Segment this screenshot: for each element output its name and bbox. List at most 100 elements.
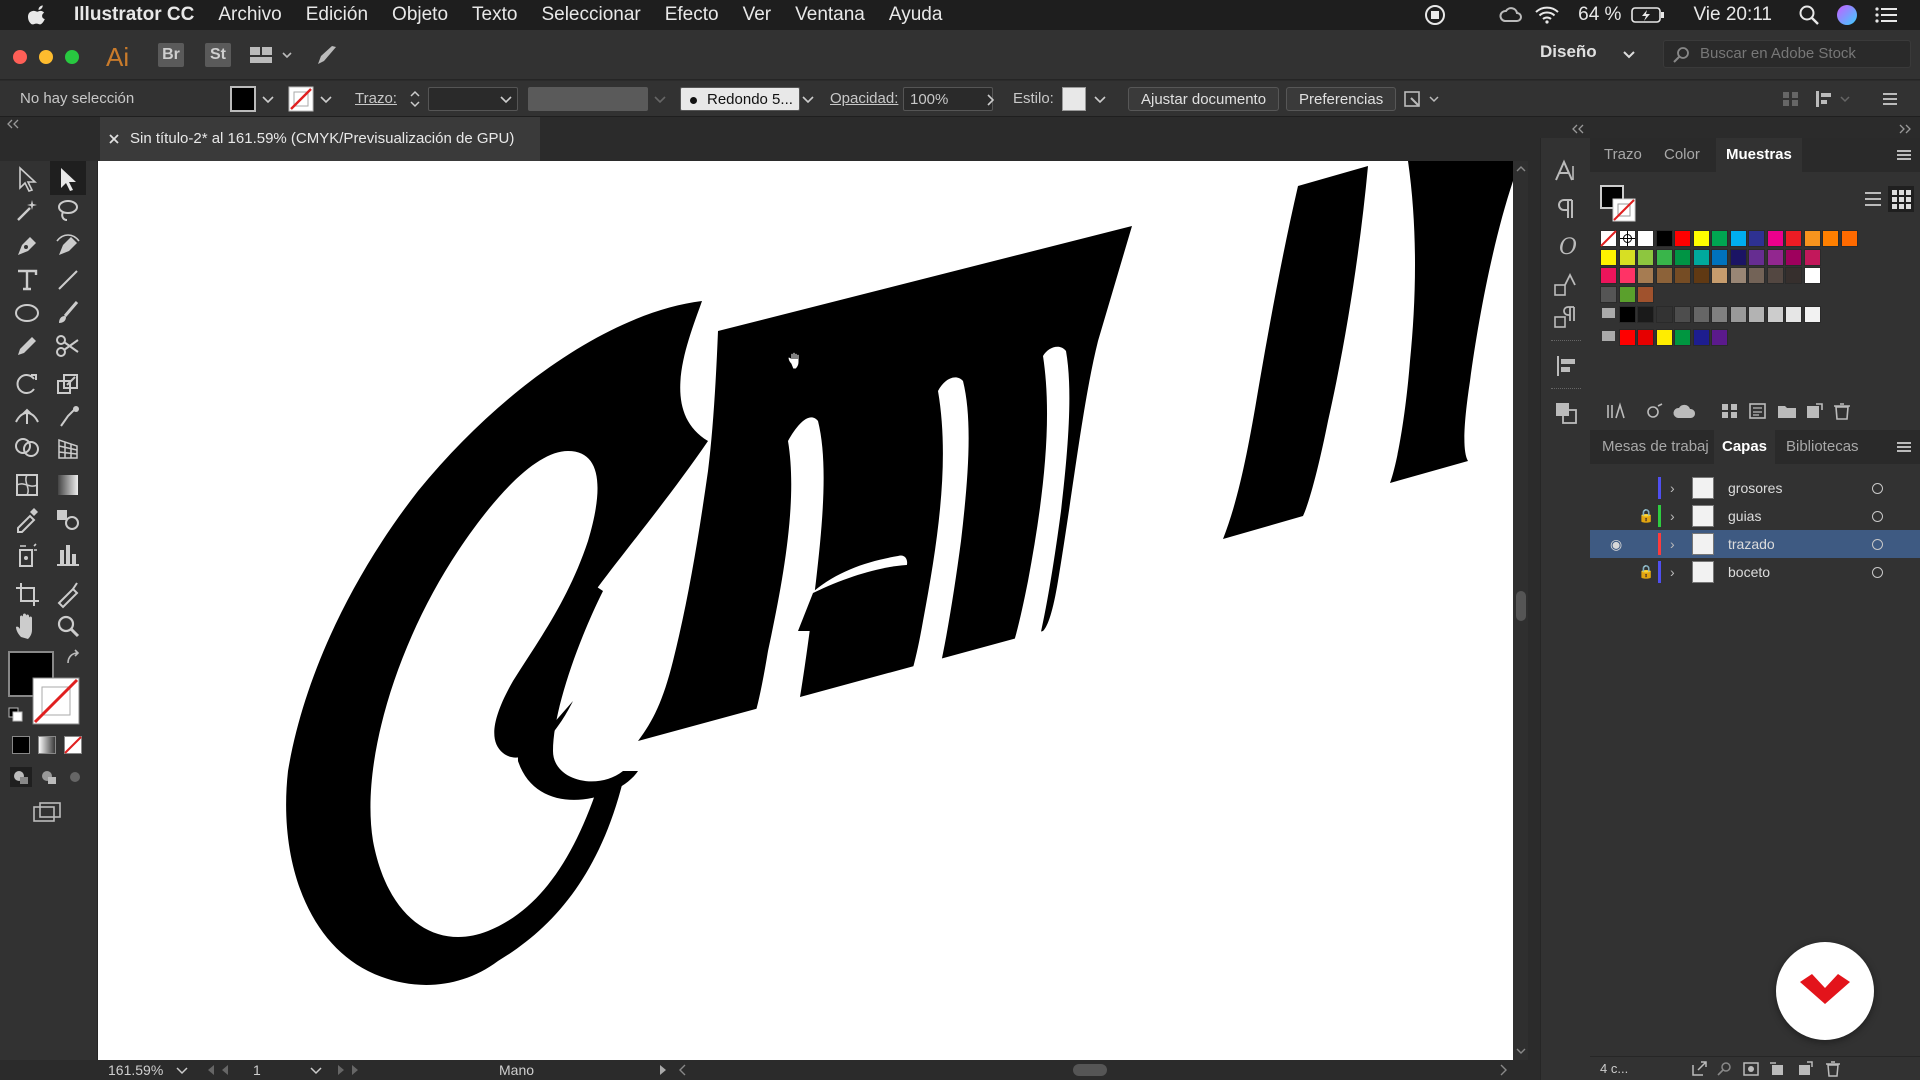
scroll-up-arrow[interactable] bbox=[1515, 163, 1527, 175]
chevron-down-icon[interactable] bbox=[262, 95, 274, 105]
character-panel-icon[interactable] bbox=[1553, 158, 1579, 184]
shaper-tool-icon[interactable] bbox=[12, 331, 42, 361]
stroke-swatch[interactable] bbox=[288, 86, 314, 112]
swatch[interactable] bbox=[1674, 248, 1691, 266]
swatch[interactable] bbox=[1785, 267, 1802, 284]
swatch[interactable] bbox=[1803, 230, 1821, 247]
swatch[interactable] bbox=[1729, 230, 1747, 247]
group-swatch[interactable] bbox=[1674, 328, 1691, 346]
gray-swatch[interactable] bbox=[1729, 306, 1747, 323]
swatch[interactable] bbox=[1692, 248, 1710, 266]
tab-color[interactable]: Color bbox=[1656, 138, 1708, 172]
swatch[interactable] bbox=[1822, 230, 1839, 247]
list-view-icon[interactable] bbox=[1862, 188, 1884, 210]
column-graph-tool-icon[interactable] bbox=[53, 540, 83, 570]
new-color-group-icon[interactable] bbox=[1776, 402, 1798, 420]
app-menu[interactable]: Illustrator CC bbox=[74, 4, 194, 26]
show-kinds-icon[interactable] bbox=[1644, 402, 1666, 420]
new-swatch-icon[interactable] bbox=[1804, 402, 1824, 420]
visibility-eye-icon[interactable]: ◉ bbox=[1610, 530, 1622, 558]
swatch[interactable] bbox=[1655, 230, 1673, 247]
gpu-performance-icon[interactable] bbox=[315, 42, 341, 68]
gray-swatch[interactable] bbox=[1655, 306, 1673, 323]
draw-normal-icon[interactable] bbox=[10, 767, 32, 787]
color-group-folder-icon[interactable] bbox=[1602, 308, 1615, 318]
clipping-mask-icon[interactable] bbox=[1742, 1061, 1760, 1077]
minimize-window-button[interactable] bbox=[39, 50, 53, 64]
workspace-switcher[interactable]: Diseño bbox=[1540, 42, 1597, 62]
swatch[interactable] bbox=[1618, 248, 1636, 266]
last-artboard-icon[interactable] bbox=[334, 1064, 374, 1076]
chill-lettering-artwork[interactable] bbox=[98, 161, 1513, 1060]
group-swatch[interactable] bbox=[1692, 328, 1710, 346]
wifi-icon[interactable] bbox=[1534, 5, 1560, 25]
lasso-tool-icon[interactable] bbox=[53, 196, 83, 226]
graphic-style-swatch[interactable] bbox=[1062, 87, 1086, 111]
bridge-button[interactable]: Br bbox=[158, 43, 184, 67]
swatch[interactable] bbox=[1748, 248, 1765, 266]
collapse-dock-icon[interactable] bbox=[1898, 124, 1912, 134]
variable-width-profile[interactable] bbox=[528, 87, 648, 111]
canvas-area[interactable] bbox=[98, 161, 1528, 1060]
scroll-down-arrow[interactable] bbox=[1515, 1045, 1527, 1057]
align-icon[interactable] bbox=[1780, 89, 1802, 109]
swatch[interactable] bbox=[1618, 267, 1636, 284]
panel-menu-icon[interactable] bbox=[1880, 89, 1900, 109]
type-tool-icon[interactable] bbox=[12, 265, 42, 295]
lock-icon[interactable]: 🔒 bbox=[1638, 558, 1654, 586]
swatch[interactable] bbox=[1692, 230, 1710, 247]
layer-name[interactable]: grosores bbox=[1728, 474, 1782, 502]
thumbnail-view-icon[interactable] bbox=[1888, 186, 1914, 212]
swatch[interactable] bbox=[1655, 267, 1673, 284]
panel-menu-icon[interactable] bbox=[1896, 440, 1912, 454]
pen-tool-icon[interactable] bbox=[12, 231, 42, 261]
gradient-tool-icon[interactable] bbox=[53, 470, 83, 500]
collapse-toolbar-icon[interactable] bbox=[6, 119, 20, 129]
artboard[interactable] bbox=[98, 161, 1513, 1060]
mesh-tool-icon[interactable] bbox=[12, 470, 42, 500]
close-window-button[interactable] bbox=[13, 50, 27, 64]
direct-selection-tool-icon[interactable] bbox=[53, 164, 83, 194]
chevron-down-icon[interactable] bbox=[1094, 95, 1106, 105]
group-swatch[interactable] bbox=[1711, 328, 1728, 346]
panel-menu-icon[interactable] bbox=[1896, 148, 1912, 162]
swatch[interactable] bbox=[1637, 248, 1654, 266]
stroke-label[interactable]: Trazo: bbox=[355, 87, 397, 111]
zoom-window-button[interactable] bbox=[65, 50, 79, 64]
adobe-stock-search[interactable]: Buscar en Adobe Stock bbox=[1663, 40, 1911, 68]
arrange-documents-icon[interactable] bbox=[248, 44, 294, 66]
line-segment-tool-icon[interactable] bbox=[53, 265, 83, 295]
scroll-right-arrow[interactable] bbox=[1498, 1064, 1508, 1076]
opacity-field[interactable]: 100% bbox=[903, 87, 993, 111]
layer-name[interactable]: trazado bbox=[1728, 530, 1775, 558]
screen-mode-icon[interactable] bbox=[32, 801, 62, 823]
opentype-panel-icon[interactable]: O bbox=[1553, 233, 1579, 259]
menu-seleccionar[interactable]: Seleccionar bbox=[541, 4, 640, 26]
first-artboard-icon[interactable] bbox=[204, 1064, 242, 1076]
swatch[interactable] bbox=[1711, 267, 1728, 284]
screen-record-icon[interactable] bbox=[1424, 4, 1446, 26]
tab-swatches[interactable]: Muestras bbox=[1716, 138, 1802, 172]
tab-artboards[interactable]: Mesas de trabajo bbox=[1596, 430, 1708, 464]
swatch[interactable] bbox=[1637, 230, 1654, 247]
chevron-down-icon[interactable] bbox=[176, 1066, 188, 1076]
color-group-folder-icon[interactable] bbox=[1602, 330, 1615, 341]
symbol-sprayer-tool-icon[interactable] bbox=[12, 540, 42, 570]
preferences-button[interactable]: Preferencias bbox=[1286, 87, 1397, 111]
gray-swatch[interactable] bbox=[1618, 306, 1636, 323]
ellipse-tool-icon[interactable] bbox=[12, 298, 42, 328]
swatch-stroke-indicator[interactable] bbox=[1612, 198, 1636, 222]
stroke-color-box[interactable] bbox=[32, 677, 80, 725]
expand-panels-icon[interactable] bbox=[1571, 124, 1585, 134]
close-icon[interactable] bbox=[108, 133, 120, 145]
gray-swatch[interactable] bbox=[1692, 306, 1710, 323]
chevron-down-icon[interactable] bbox=[500, 95, 512, 105]
swatch-libraries-icon[interactable] bbox=[1606, 402, 1628, 420]
pathfinder-panel-icon[interactable] bbox=[1553, 400, 1579, 426]
menu-edicion[interactable]: Edición bbox=[306, 4, 368, 26]
clock[interactable]: Vie 20:11 bbox=[1693, 4, 1772, 26]
draw-inside-icon[interactable] bbox=[64, 767, 86, 787]
swap-fill-stroke-icon[interactable] bbox=[64, 649, 82, 667]
swatch[interactable] bbox=[1637, 267, 1654, 284]
swatch[interactable] bbox=[1785, 230, 1802, 247]
